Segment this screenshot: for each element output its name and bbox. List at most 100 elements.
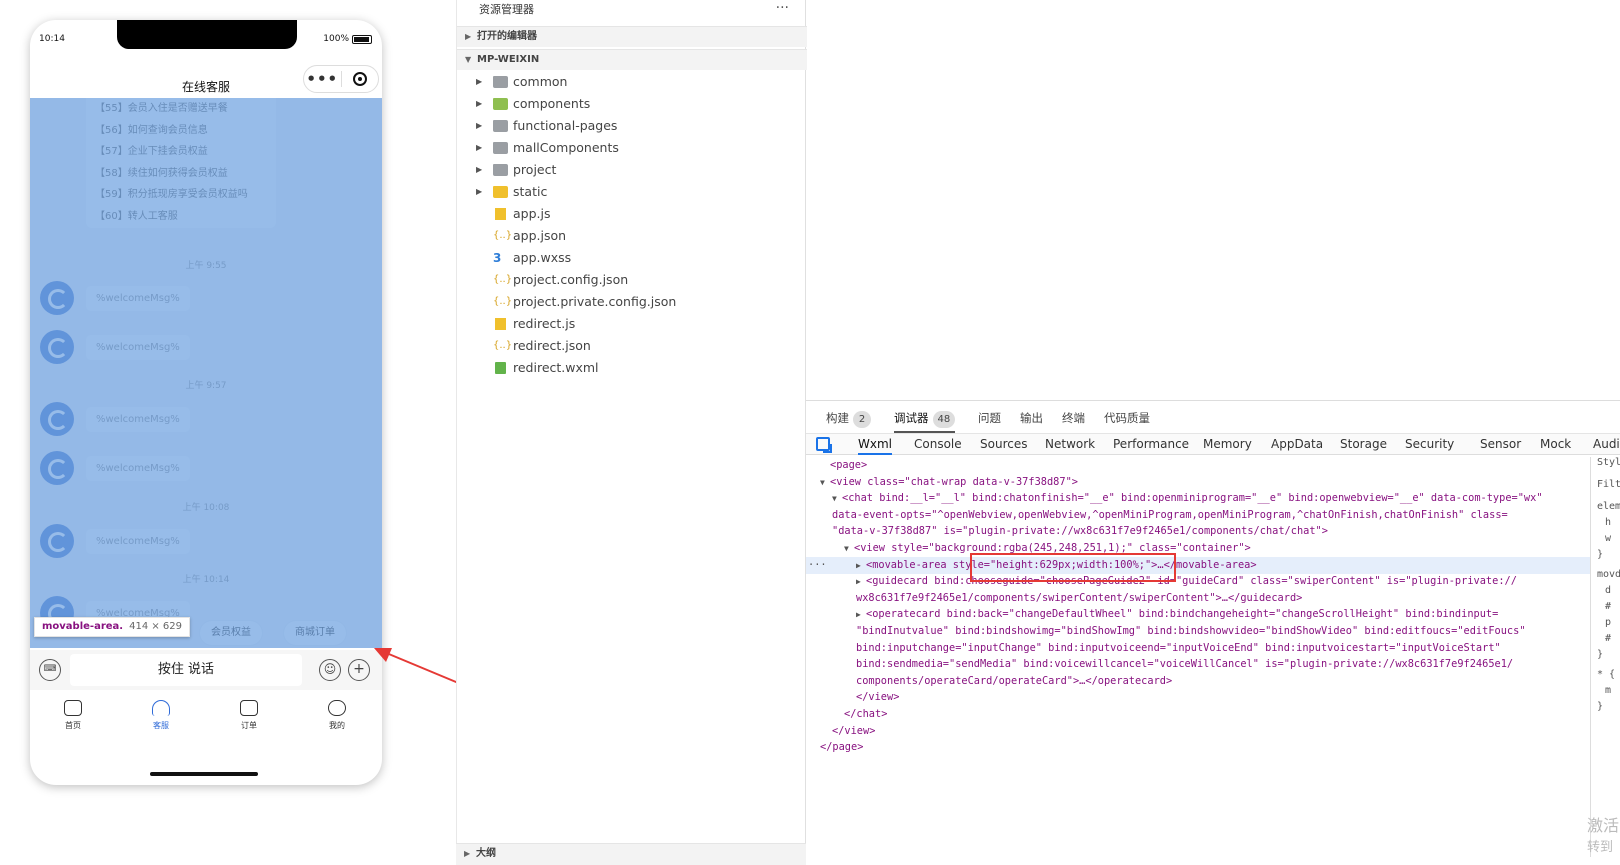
project-root-section[interactable]: ▼ MP-WEIXIN — [457, 49, 807, 70]
tab-issues[interactable]: 问题 — [978, 410, 1001, 426]
faq-item[interactable]: 【59】积分抵现房享受会员权益吗 — [95, 185, 276, 207]
chevron-right-icon: ▶ — [464, 849, 471, 858]
panel-memory[interactable]: Memory — [1203, 437, 1252, 451]
node-text: </page> — [820, 741, 864, 754]
faq-item[interactable]: 【60】转人工客服 — [95, 207, 276, 229]
faq-item[interactable]: 【57】企业下挂会员权益 — [95, 142, 276, 164]
emoji-icon[interactable]: ☺ — [319, 659, 341, 681]
more-actions-icon[interactable]: ··· — [776, 0, 789, 16]
panel-appdata[interactable]: AppData — [1271, 437, 1323, 451]
tab-code-quality[interactable]: 代码质量 — [1104, 410, 1150, 426]
panel-mock[interactable]: Mock — [1540, 437, 1571, 451]
wxml-node-line[interactable]: "bindInutvalue" bind:bindshowimg="bindSh… — [806, 623, 1590, 640]
wxml-node-line[interactable]: ▶ <guidecard bind:chooseguide="choosePage… — [806, 573, 1590, 591]
open-editors-section[interactable]: ▶ 打开的编辑器 — [457, 26, 807, 47]
tree-file[interactable]: redirect.wxml — [457, 357, 807, 379]
panel-network[interactable]: Network — [1045, 437, 1095, 451]
faq-item[interactable]: 【56】如何查询会员信息 — [95, 121, 276, 143]
chevron-right-icon: ▶ — [465, 32, 472, 41]
target-icon — [352, 72, 367, 86]
keyboard-icon[interactable]: ⌨ — [39, 659, 61, 681]
tree-folder[interactable]: ▶ project — [457, 159, 807, 181]
wxml-node-line[interactable]: ▼ <view class="chat-wrap data-v-37f38d87"… — [806, 474, 1590, 492]
tab-label: 调试器 — [894, 411, 929, 425]
wxml-node-line[interactable]: data-event-opts="^openWebview,openWebvie… — [806, 507, 1590, 524]
wxml-node-line[interactable]: ▶ <operatecard bind:back="changeDefaultWh… — [806, 606, 1590, 624]
node-more-icon[interactable]: ··· — [808, 557, 827, 574]
tree-folder[interactable]: ▶ components — [457, 93, 807, 115]
wxml-node-line[interactable]: </view> — [806, 723, 1590, 740]
tab-orders[interactable]: 订单 — [219, 700, 279, 731]
wxml-node-line[interactable]: components/operateCard/operateCard">…</o… — [806, 673, 1590, 690]
tab-debugger[interactable]: 调试器 48 — [894, 410, 956, 433]
wxml-node-line[interactable]: ▼ <chat bind:__l="__l" bind:chatonfinish=… — [806, 490, 1590, 508]
explorer-panel: 资源管理器 ··· ▶ 打开的编辑器 ▼ MP-WEIXIN ▶ common ▶ … — [456, 0, 807, 865]
panel-security[interactable]: Security — [1405, 437, 1454, 451]
tab-output[interactable]: 输出 — [1020, 410, 1043, 426]
faq-item[interactable]: 【58】续住如何获得会员权益 — [95, 164, 276, 186]
inspect-element-icon[interactable] — [816, 437, 830, 451]
tab-label: 订单 — [241, 721, 257, 730]
panel-audits[interactable]: Audit — [1593, 437, 1620, 451]
bot-avatar — [40, 402, 74, 436]
wxml-node-line[interactable]: wx8c631f7e9f2465e1/components/swiperCont… — [806, 590, 1590, 607]
wxml-node-line[interactable]: bind:sendmedia="sendMedia" bind:voicewil… — [806, 656, 1590, 673]
tree-folder[interactable]: ▶ static — [457, 181, 807, 203]
tree-file[interactable]: {..} app.json — [457, 225, 807, 247]
devtools-top-tabs: 构建 2 调试器 48 问题 输出 终端 代码质量 — [806, 401, 1620, 433]
battery-icon — [352, 34, 372, 44]
more-dots-icon[interactable]: ••• — [304, 72, 341, 87]
tree-item-name: app.js — [513, 206, 551, 221]
tree-file[interactable]: app.js — [457, 203, 807, 225]
tree-file[interactable]: {..} project.private.config.json — [457, 291, 807, 313]
tree-item-name: project.config.json — [513, 272, 629, 287]
panel-sources[interactable]: Sources — [980, 437, 1027, 451]
quick-reply-mall-orders[interactable]: 商城订单 — [284, 621, 346, 645]
style-line: } — [1597, 649, 1604, 660]
style-line: h — [1605, 517, 1612, 528]
style-line: } — [1597, 701, 1604, 712]
tree-file[interactable]: {..} redirect.json — [457, 335, 807, 357]
wxml-node-line[interactable]: </view> — [806, 689, 1590, 706]
tab-profile[interactable]: 我的 — [307, 700, 367, 731]
tooltip-element-name: movable-area. — [42, 621, 124, 632]
tab-terminal[interactable]: 终端 — [1062, 410, 1085, 426]
wxml-node-line[interactable]: ▼ <view style="background:rgba(245,248,25… — [806, 540, 1590, 558]
faq-item[interactable]: 【55】会员入住是否赠送早餐 — [95, 99, 276, 121]
wxml-node-line[interactable]: </page> — [806, 739, 1590, 756]
devtools-panel: 构建 2 调试器 48 问题 输出 终端 代码质量 Wxml Console Sou… — [806, 400, 1620, 865]
toggle-arrow: ▶ — [856, 610, 861, 620]
tree-folder[interactable]: ▶ functional-pages — [457, 115, 807, 137]
tab-home[interactable]: 首页 — [43, 700, 103, 731]
tab-service[interactable]: 客服 — [131, 700, 191, 731]
hold-to-talk-button[interactable]: 按住 说话 — [70, 654, 302, 686]
tree-file[interactable]: {..} project.config.json — [457, 269, 807, 291]
quick-reply-member-rights[interactable]: 会员权益 — [200, 621, 262, 645]
wxml-node-line-selected[interactable]: ··· ▶ <movable-area style="height:629px;wi… — [806, 556, 1590, 575]
wxml-node-line[interactable]: <page> — [806, 457, 1590, 474]
tree-item-name: components — [513, 96, 591, 111]
tree-file[interactable]: 3 app.wxss — [457, 247, 807, 269]
close-miniprogram-button[interactable] — [341, 72, 378, 86]
tree-file[interactable]: redirect.js — [457, 313, 807, 335]
watermark-line: 转到 — [1587, 840, 1614, 855]
tree-folder[interactable]: ▶ common — [457, 71, 807, 93]
node-text: <chat bind:__l="__l" bind:chatonfinish="… — [842, 492, 1543, 505]
wxml-node-line[interactable]: bind:inputchange="inputChange" bind:inpu… — [806, 640, 1590, 657]
panel-storage[interactable]: Storage — [1340, 437, 1387, 451]
chat-message: %welcomeMsg% — [40, 524, 190, 558]
panel-wxml[interactable]: Wxml — [858, 437, 892, 455]
wxml-tree: <page> ▼ <view class="chat-wrap data-v-37… — [806, 457, 1590, 857]
wxml-node-line[interactable]: </chat> — [806, 706, 1590, 723]
tab-build[interactable]: 构建 2 — [826, 410, 871, 428]
plus-icon[interactable]: + — [348, 659, 370, 681]
styles-filter[interactable]: Filte — [1597, 479, 1620, 490]
wxml-node-line[interactable]: "data-v-37f38d87" is="plugin-private://w… — [806, 523, 1590, 540]
outline-section[interactable]: ▶ 大纲 — [456, 843, 806, 865]
chat-area[interactable]: 【55】会员入住是否赠送早餐 【56】如何查询会员信息 【57】企业下挂会员权益… — [30, 98, 382, 648]
panel-sensor[interactable]: Sensor — [1480, 437, 1521, 451]
panel-console[interactable]: Console — [914, 437, 962, 451]
panel-performance[interactable]: Performance — [1113, 437, 1189, 451]
tree-folder[interactable]: ▶ mallComponents — [457, 137, 807, 159]
styles-tab[interactable]: Styl — [1597, 457, 1620, 468]
